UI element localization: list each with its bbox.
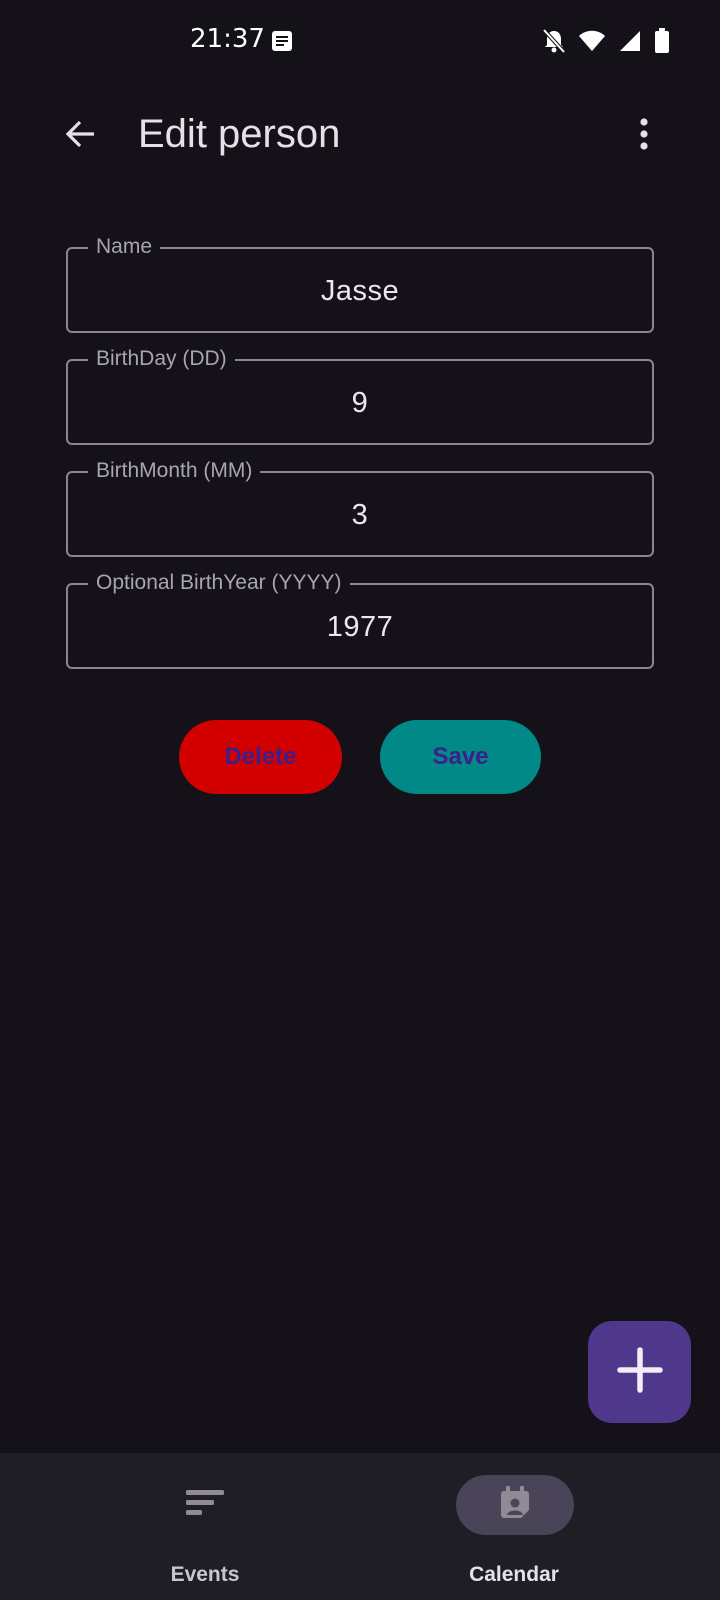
nav-indicator-events xyxy=(146,1475,264,1535)
status-bar: 21:37 xyxy=(0,0,720,84)
nav-label-calendar: Calendar xyxy=(469,1563,559,1586)
arrow-back-icon xyxy=(63,117,97,156)
name-field[interactable]: Name Jasse xyxy=(66,235,654,333)
status-icons xyxy=(542,28,670,59)
nav-item-events[interactable]: Events xyxy=(0,1453,360,1600)
bottom-navigation: Events Calendar xyxy=(0,1453,720,1600)
bell-off-icon xyxy=(542,28,566,59)
birth-month-field[interactable]: BirthMonth (MM) 3 xyxy=(66,459,654,557)
delete-button[interactable]: Delete xyxy=(179,720,342,794)
nav-label-events: Events xyxy=(170,1563,240,1586)
add-icon xyxy=(616,1346,664,1399)
birth-day-field[interactable]: BirthDay (DD) 9 xyxy=(66,347,654,445)
birth-month-field-value[interactable]: 3 xyxy=(68,499,652,532)
name-field-label: Name xyxy=(88,235,161,259)
wifi-icon xyxy=(578,29,606,58)
birth-month-field-label: BirthMonth (MM) xyxy=(88,459,261,483)
birth-day-field-label: BirthDay (DD) xyxy=(88,347,235,371)
name-field-value[interactable]: Jasse xyxy=(68,275,652,308)
calendar-person-icon xyxy=(499,1485,531,1525)
edit-person-screen: 21:37 Edit person Name Jasse BirthDay (D… xyxy=(0,0,720,1600)
birth-year-field-label: Optional BirthYear (YYYY) xyxy=(88,571,350,595)
overflow-menu-button[interactable] xyxy=(620,108,668,164)
app-bar: Edit person xyxy=(0,84,720,188)
nav-indicator-calendar xyxy=(456,1475,574,1535)
save-button[interactable]: Save xyxy=(380,720,541,794)
battery-icon xyxy=(654,28,670,59)
nav-item-calendar[interactable]: Calendar xyxy=(360,1453,720,1600)
add-fab-button[interactable] xyxy=(588,1321,691,1423)
events-list-icon xyxy=(185,1488,225,1523)
birth-year-field[interactable]: Optional BirthYear (YYYY) 1977 xyxy=(66,571,654,669)
back-button[interactable] xyxy=(52,108,108,164)
birth-day-field-value[interactable]: 9 xyxy=(68,387,652,420)
status-time: 21:37 xyxy=(190,24,265,54)
signal-icon xyxy=(618,29,642,58)
note-icon xyxy=(271,30,293,52)
more-vert-icon xyxy=(639,117,649,156)
page-title: Edit person xyxy=(138,112,341,156)
birth-year-field-value[interactable]: 1977 xyxy=(68,611,652,644)
